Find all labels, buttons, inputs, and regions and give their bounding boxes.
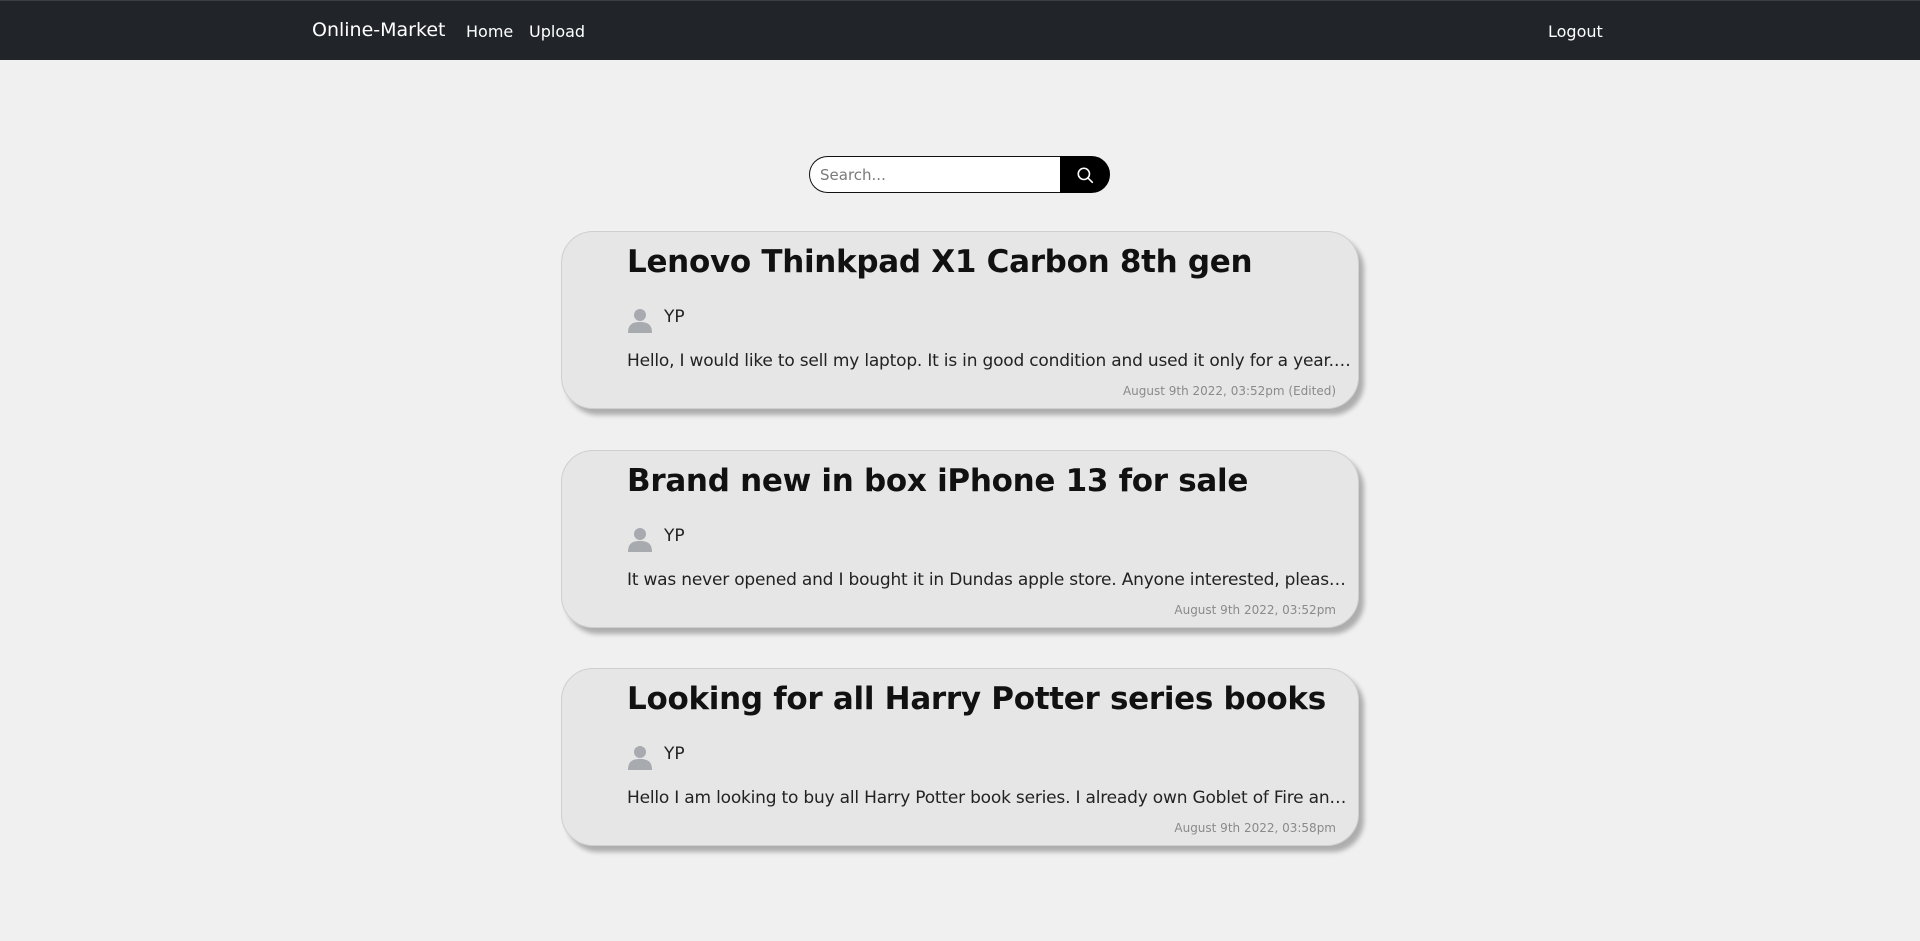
user-avatar-icon: [628, 309, 652, 333]
nav-logout-link[interactable]: Logout: [1548, 22, 1603, 41]
search-bar: [809, 156, 1110, 193]
post-title[interactable]: Lenovo Thinkpad X1 Carbon 8th gen: [627, 244, 1253, 280]
search-input[interactable]: [809, 156, 1061, 193]
post-excerpt: Hello, I would like to sell my laptop. I…: [627, 351, 1351, 371]
top-navbar: Online-Market Home Upload Logout: [0, 0, 1920, 60]
search-button[interactable]: [1060, 156, 1110, 193]
nav-home-link[interactable]: Home: [466, 22, 513, 41]
post-author: YP: [664, 526, 685, 546]
nav-upload-link[interactable]: Upload: [529, 22, 585, 41]
post-card[interactable]: Looking for all Harry Potter series book…: [561, 668, 1359, 846]
post-card[interactable]: Lenovo Thinkpad X1 Carbon 8th gen YP Hel…: [561, 231, 1359, 409]
post-excerpt: Hello I am looking to buy all Harry Pott…: [627, 788, 1351, 808]
user-avatar-icon: [628, 528, 652, 552]
post-author: YP: [664, 744, 685, 764]
post-title[interactable]: Brand new in box iPhone 13 for sale: [627, 463, 1248, 499]
post-timestamp: August 9th 2022, 03:52pm: [1174, 603, 1336, 617]
post-timestamp: August 9th 2022, 03:52pm (Edited): [1122, 384, 1336, 398]
post-card[interactable]: Brand new in box iPhone 13 for sale YP I…: [561, 450, 1359, 628]
user-avatar-icon: [628, 746, 652, 770]
search-icon: [1077, 166, 1094, 183]
brand-link[interactable]: Online-Market: [312, 19, 445, 41]
post-title[interactable]: Looking for all Harry Potter series book…: [627, 681, 1326, 717]
post-timestamp: August 9th 2022, 03:58pm: [1174, 821, 1336, 835]
post-author: YP: [664, 307, 685, 327]
post-excerpt: It was never opened and I bought it in D…: [627, 570, 1351, 590]
